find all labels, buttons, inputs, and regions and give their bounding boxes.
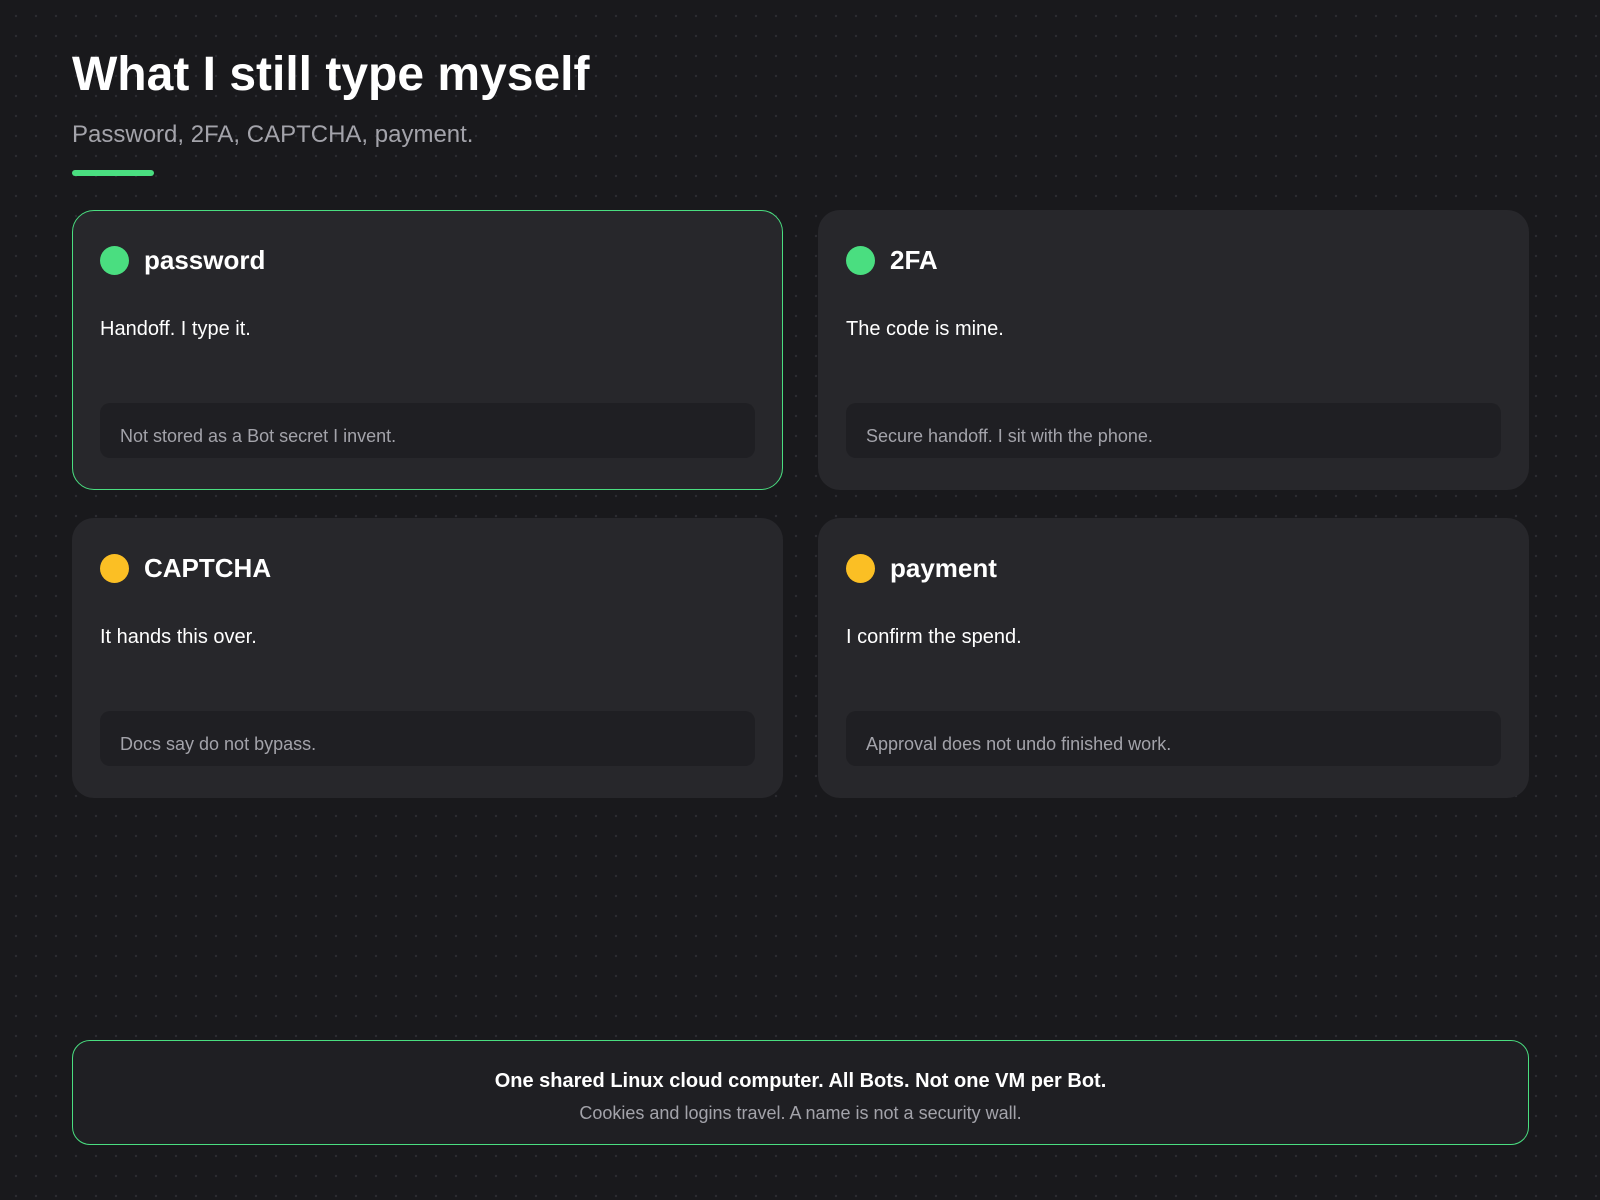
card-header: 2FA xyxy=(846,245,938,275)
status-dot-icon xyxy=(100,553,129,583)
card-title: CAPTCHA xyxy=(144,553,272,583)
card-payment[interactable]: payment I confirm the spend. Approval do… xyxy=(818,518,1529,798)
card-title: payment xyxy=(890,553,997,583)
page-subtitle: Password, 2FA, CAPTCHA, payment. xyxy=(72,121,474,148)
card-header: CAPTCHA xyxy=(100,553,271,583)
accent-divider xyxy=(72,170,154,176)
card-header: payment xyxy=(846,553,997,583)
card-2fa[interactable]: 2FA The code is mine. Secure handoff. I … xyxy=(818,210,1529,490)
card-description: I confirm the spend. xyxy=(846,626,1022,648)
status-dot-icon xyxy=(846,553,875,583)
card-description: It hands this over. xyxy=(100,626,257,648)
card-note: Approval does not undo finished work. xyxy=(846,711,1501,766)
card-title: 2FA xyxy=(890,245,938,275)
card-captcha[interactable]: CAPTCHA It hands this over. Docs say do … xyxy=(72,518,783,798)
card-note: Not stored as a Bot secret I invent. xyxy=(100,403,755,458)
card-description: Handoff. I type it. xyxy=(100,318,251,340)
page-header: What I still type myself Password, 2FA, … xyxy=(72,44,589,176)
card-password[interactable]: password Handoff. I type it. Not stored … xyxy=(72,210,783,490)
card-title: password xyxy=(144,245,266,275)
card-note: Secure handoff. I sit with the phone. xyxy=(846,403,1501,458)
card-note: Docs say do not bypass. xyxy=(100,711,755,766)
card-header: password xyxy=(100,245,265,275)
status-dot-icon xyxy=(100,245,129,275)
footer-caption: Cookies and logins travel. A name is not… xyxy=(579,1103,1022,1123)
status-dot-icon xyxy=(846,245,875,275)
footer-callout: One shared Linux cloud computer. All Bot… xyxy=(72,1040,1529,1145)
card-description: The code is mine. xyxy=(846,318,1004,340)
footer-headline: One shared Linux cloud computer. All Bot… xyxy=(494,1070,1107,1092)
page-title: What I still type myself xyxy=(72,48,590,101)
handoff-card-grid: password Handoff. I type it. Not stored … xyxy=(72,210,1529,798)
